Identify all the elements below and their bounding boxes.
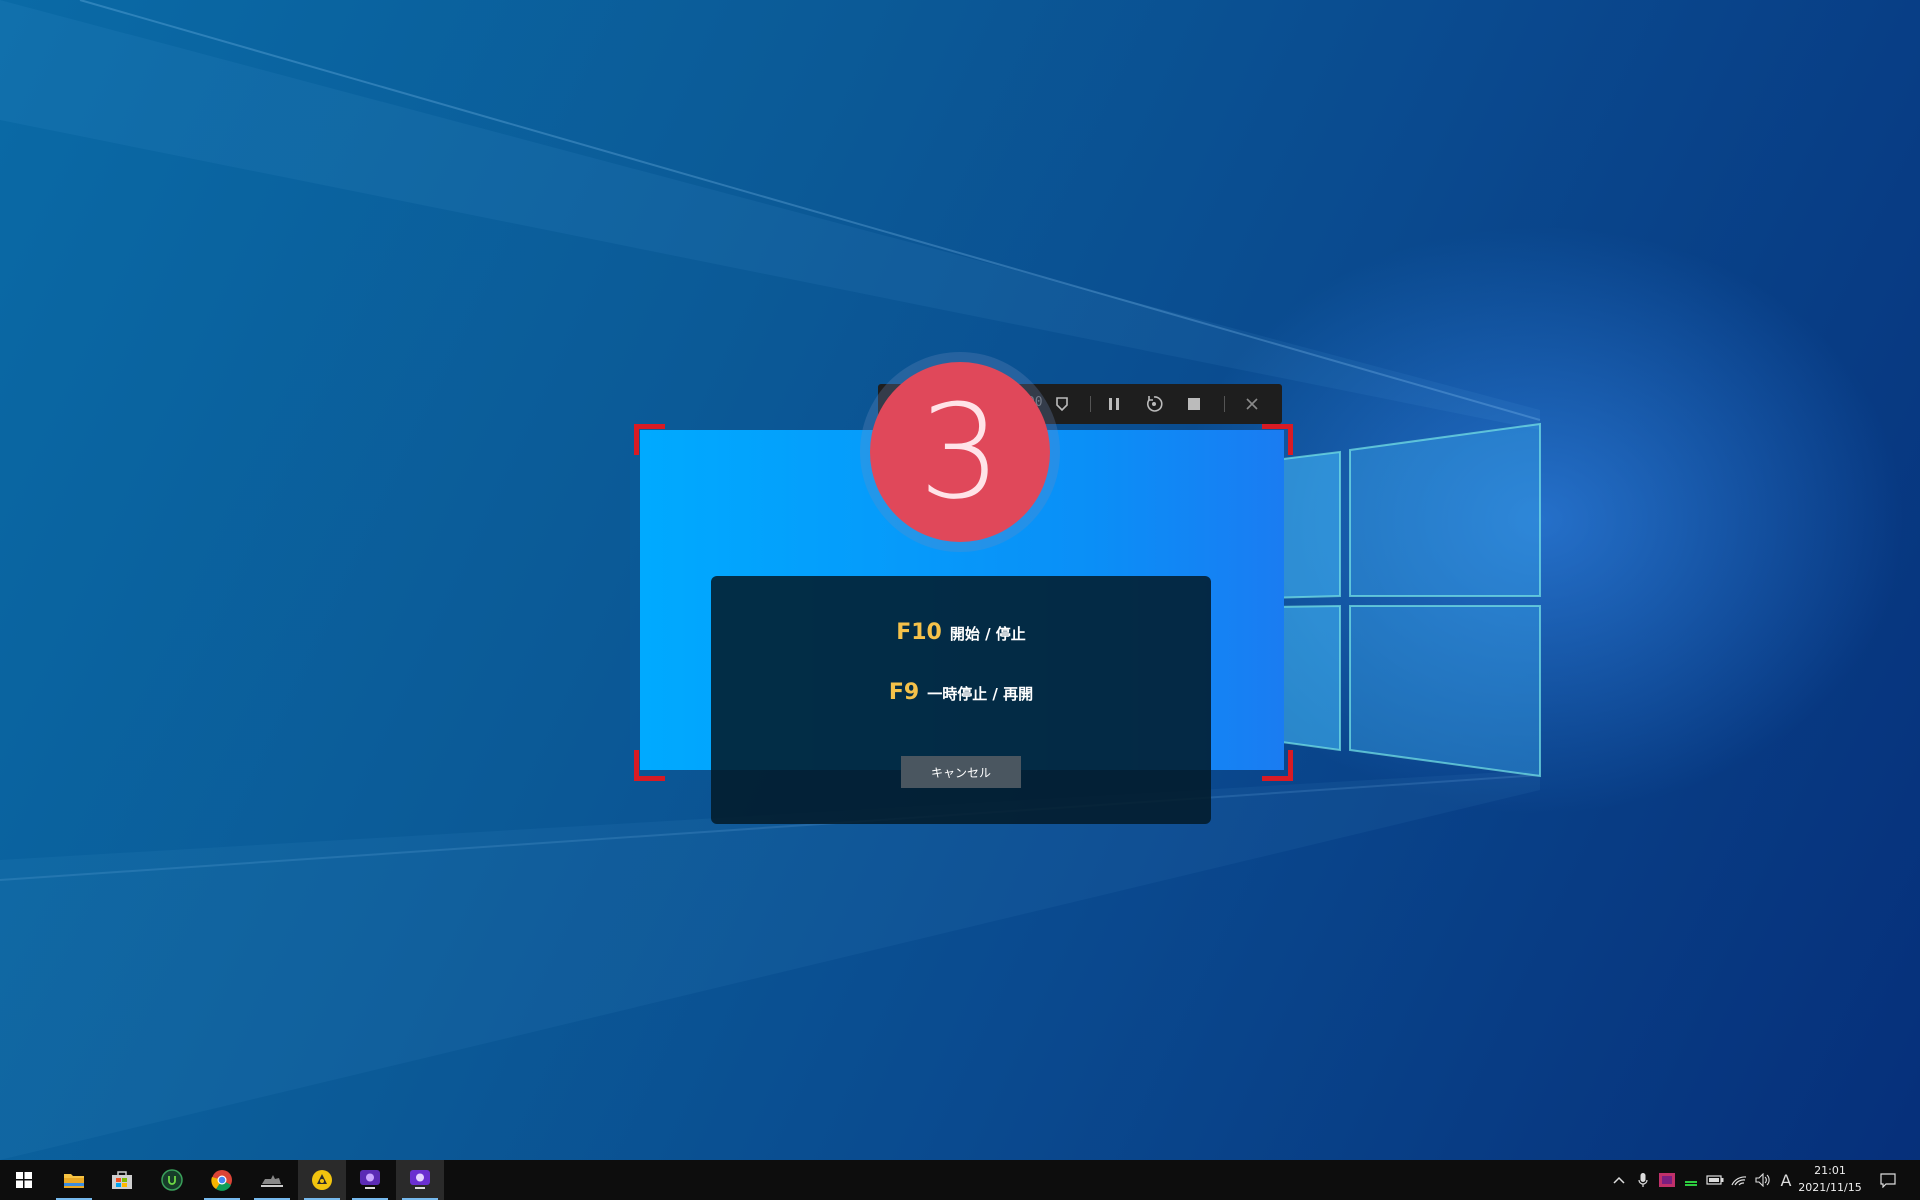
close-button[interactable] xyxy=(1240,392,1264,416)
start-button[interactable] xyxy=(0,1160,48,1200)
pause-icon xyxy=(1109,398,1119,410)
tray-app-green[interactable] xyxy=(1680,1160,1702,1200)
stop-button[interactable] xyxy=(1182,392,1206,416)
tray-monitor-icon xyxy=(1685,1181,1697,1186)
wifi-icon xyxy=(1731,1176,1747,1186)
stop-icon xyxy=(1188,398,1200,410)
taskbar: A xyxy=(0,1160,1920,1200)
tray-battery[interactable] xyxy=(1704,1160,1726,1200)
cat-app-icon xyxy=(261,1175,283,1187)
battery-icon xyxy=(1706,1175,1724,1185)
region-corner-bottom-right[interactable] xyxy=(1262,750,1293,781)
folder-icon xyxy=(64,1174,84,1188)
clock-time: 21:01 xyxy=(1814,1164,1846,1177)
region-corner-top-left[interactable] xyxy=(634,424,665,455)
taskbar-app-yellow[interactable] xyxy=(298,1160,346,1200)
yellow-app-icon xyxy=(312,1170,332,1190)
taskbar-app-recorder-2[interactable] xyxy=(396,1160,444,1200)
tray-network[interactable] xyxy=(1728,1160,1750,1200)
countdown-number: 3 xyxy=(870,362,1050,542)
notification-icon xyxy=(1880,1173,1896,1188)
tray-app-pink[interactable] xyxy=(1656,1160,1678,1200)
taskbar-app-chrome[interactable] xyxy=(198,1160,246,1200)
clock-date: 2021/11/15 xyxy=(1798,1181,1862,1194)
hotkey-label: 開始 / 停止 xyxy=(949,625,1026,643)
tray-app-icon xyxy=(1659,1173,1675,1187)
microphone-icon xyxy=(1638,1173,1648,1187)
tray-microphone[interactable] xyxy=(1632,1160,1654,1200)
hotkey-key: F10 xyxy=(896,620,942,645)
taskbar-app-cat[interactable] xyxy=(248,1160,296,1200)
toolbar-separator xyxy=(1224,396,1225,412)
taskbar-app-file-explorer[interactable] xyxy=(50,1160,98,1200)
hotkey-label: 一時停止 / 再開 xyxy=(927,685,1034,703)
marker-button[interactable] xyxy=(1050,392,1074,416)
speaker-icon xyxy=(1755,1173,1770,1187)
taskbar-app-microsoft-store[interactable] xyxy=(98,1160,146,1200)
hotkey-dialog: F10 開始 / 停止 F9 一時停止 / 再開 キャンセル xyxy=(711,576,1211,824)
taskbar-app-upwork[interactable] xyxy=(148,1160,196,1200)
hotkey-key: F9 xyxy=(888,680,920,705)
chrome-icon xyxy=(211,1170,232,1191)
hotkey-pause-resume: F9 一時停止 / 再開 xyxy=(711,680,1211,705)
taskbar-app-recorder-1[interactable] xyxy=(346,1160,394,1200)
recorder-app-icon xyxy=(360,1170,380,1189)
taskbar-clock[interactable]: 21:01 2021/11/15 xyxy=(1790,1162,1870,1196)
cancel-button[interactable]: キャンセル xyxy=(901,756,1021,788)
toolbar-separator xyxy=(1090,396,1091,412)
store-bag-icon xyxy=(112,1171,132,1189)
action-center-button[interactable] xyxy=(1874,1160,1902,1200)
pause-button[interactable] xyxy=(1102,392,1126,416)
recorder-app-icon xyxy=(410,1170,430,1189)
close-icon xyxy=(1246,398,1258,410)
hotkey-start-stop: F10 開始 / 停止 xyxy=(711,620,1211,645)
chevron-up-icon xyxy=(1613,1176,1625,1184)
show-hidden-icons-button[interactable] xyxy=(1608,1160,1630,1200)
windows-start-icon xyxy=(16,1172,32,1188)
region-corner-bottom-left[interactable] xyxy=(634,750,665,781)
shield-marker-icon xyxy=(1056,397,1068,412)
region-corner-top-right[interactable] xyxy=(1262,424,1293,455)
tray-volume[interactable] xyxy=(1752,1160,1774,1200)
restart-icon xyxy=(1146,396,1163,412)
upwork-icon xyxy=(161,1169,183,1191)
restart-button[interactable] xyxy=(1142,392,1166,416)
